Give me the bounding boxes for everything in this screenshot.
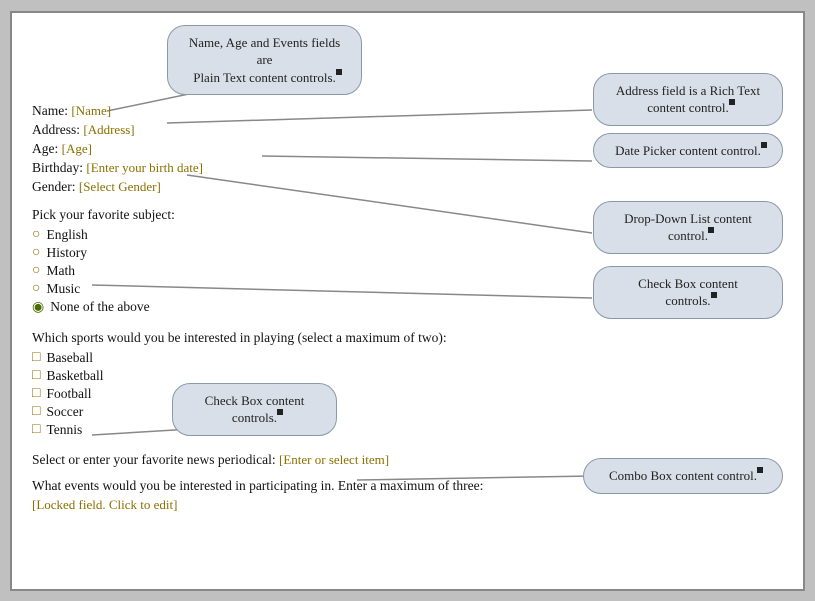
age-value[interactable]: [Age] xyxy=(62,141,92,156)
radio-english[interactable]: ○ English xyxy=(32,227,783,243)
radio-none[interactable]: ◉ None of the above xyxy=(32,299,783,316)
checkbox-football-label: Football xyxy=(46,386,91,402)
birthday-value[interactable]: [Enter your birth date] xyxy=(86,160,203,175)
checkbox-soccer-label: Soccer xyxy=(46,404,83,420)
radio-history[interactable]: ○ History xyxy=(32,245,783,261)
checkbox-basketball[interactable]: □ Basketball xyxy=(32,368,783,384)
gender-value[interactable]: [Select Gender] xyxy=(79,179,161,194)
checkbox-football-icon: □ xyxy=(32,386,40,402)
radio-music-label: Music xyxy=(46,281,80,297)
checkbox-baseball-label: Baseball xyxy=(46,350,93,366)
radio-math-icon: ○ xyxy=(32,263,40,279)
radio-history-label: History xyxy=(46,245,87,261)
checkbox-football[interactable]: □ Football xyxy=(32,386,783,402)
combo-section: Select or enter your favorite news perio… xyxy=(32,452,783,468)
events-value[interactable]: [Locked field. Click to edit] xyxy=(32,497,783,513)
birthday-label: Birthday: xyxy=(32,160,83,175)
events-section: What events would you be interested in p… xyxy=(32,478,783,513)
checkbox-soccer-icon: □ xyxy=(32,404,40,420)
subject-section-label: Pick your favorite subject: xyxy=(32,207,783,223)
content-area: Name: [Name] Address: [Address] Age: [Ag… xyxy=(32,33,783,513)
radio-math[interactable]: ○ Math xyxy=(32,263,783,279)
address-field-line: Address: [Address] xyxy=(32,122,783,138)
gender-label: Gender: xyxy=(32,179,75,194)
checkbox-tennis-label: Tennis xyxy=(46,422,82,438)
checkbox-baseball-icon: □ xyxy=(32,350,40,366)
sports-section: Which sports would you be interested in … xyxy=(32,330,783,438)
checkbox-baseball[interactable]: □ Baseball xyxy=(32,350,783,366)
checkbox-soccer[interactable]: □ Soccer xyxy=(32,404,783,420)
radio-none-label: None of the above xyxy=(50,299,149,315)
name-field-line: Name: [Name] xyxy=(32,103,783,119)
age-field-line: Age: [Age] xyxy=(32,141,783,157)
checkbox-tennis-icon: □ xyxy=(32,422,40,438)
events-label: What events would you be interested in p… xyxy=(32,478,783,494)
combo-label: Select or enter your favorite news perio… xyxy=(32,452,276,467)
sports-section-label: Which sports would you be interested in … xyxy=(32,330,783,346)
address-value[interactable]: [Address] xyxy=(83,122,134,137)
combo-value[interactable]: [Enter or select item] xyxy=(279,452,389,467)
age-label: Age: xyxy=(32,141,58,156)
gender-field-line: Gender: [Select Gender] xyxy=(32,179,783,195)
birthday-field-line: Birthday: [Enter your birth date] xyxy=(32,160,783,176)
radio-music[interactable]: ○ Music xyxy=(32,281,783,297)
name-value[interactable]: [Name] xyxy=(71,103,111,118)
checkbox-basketball-icon: □ xyxy=(32,368,40,384)
checkbox-basketball-label: Basketball xyxy=(46,368,103,384)
radio-english-label: English xyxy=(46,227,87,243)
radio-history-icon: ○ xyxy=(32,245,40,261)
radio-math-label: Math xyxy=(46,263,75,279)
page-container: Name, Age and Events fields are Plain Te… xyxy=(10,11,805,591)
name-label: Name: xyxy=(32,103,68,118)
radio-english-icon: ○ xyxy=(32,227,40,243)
radio-none-icon: ◉ xyxy=(32,299,44,316)
radio-music-icon: ○ xyxy=(32,281,40,297)
checkbox-tennis[interactable]: □ Tennis xyxy=(32,422,783,438)
address-label: Address: xyxy=(32,122,80,137)
